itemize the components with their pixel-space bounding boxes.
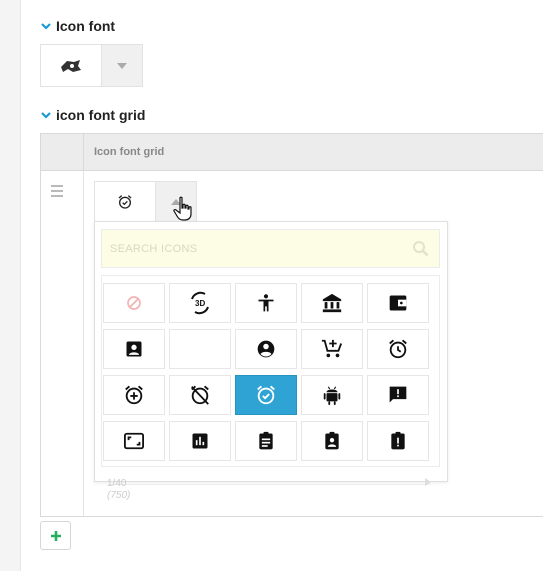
section-title: Icon font: [56, 18, 116, 34]
svg-text:3D: 3D: [195, 299, 205, 308]
picker-toggle-button[interactable]: [101, 45, 142, 86]
alarm-add-icon: [125, 385, 143, 405]
icon-cell-add-shopping-cart[interactable]: [301, 329, 363, 369]
icon-cell-account-box[interactable]: [103, 329, 165, 369]
add-shopping-cart-icon: [321, 339, 343, 358]
assignment-icon: [259, 431, 273, 450]
icon-cell-3d-rotation[interactable]: 3D: [169, 283, 231, 323]
add-row-button[interactable]: [40, 521, 71, 550]
chevron-down-icon: [40, 20, 52, 32]
icon-preview: [41, 45, 101, 86]
icon-cell-assignment-late[interactable]: [367, 421, 429, 461]
icon-cell-assignment[interactable]: [235, 421, 297, 461]
alarm-off-icon: [191, 385, 209, 405]
section-header-icon-font[interactable]: Icon font: [40, 18, 115, 34]
icon-cell-alarm-on[interactable]: [235, 375, 297, 415]
icon-cell-assessment[interactable]: [169, 421, 231, 461]
icon-cell-alarm-add[interactable]: [103, 375, 165, 415]
selected-glyph-icon: [61, 59, 81, 72]
next-page-icon[interactable]: [425, 478, 431, 486]
wallet-icon: [389, 295, 407, 311]
aspect-ratio-icon: [124, 432, 144, 450]
icon-cell-wallet[interactable]: [367, 283, 429, 323]
icon-cell-android[interactable]: [301, 375, 363, 415]
icon-cell-ban[interactable]: [103, 283, 165, 323]
account-box-icon: [126, 341, 142, 357]
grid-header-row: Icon font grid: [41, 134, 543, 171]
hand-cursor-icon: [173, 196, 192, 221]
section-header-icon-font-grid[interactable]: icon font grid: [40, 107, 145, 123]
grid-header-handle-cell: [41, 134, 84, 170]
icon-cell-accessibility[interactable]: [235, 283, 297, 323]
left-gutter: [0, 0, 21, 571]
alarm-on-icon: [118, 195, 132, 209]
icon-cell-account-circle[interactable]: [235, 329, 297, 369]
horizontal-scrollbar[interactable]: [107, 484, 431, 485]
pager: 1/40 (750): [107, 478, 130, 502]
alarm-icon: [389, 339, 407, 359]
assignment-late-icon: [391, 431, 405, 450]
icon-cell-assignment-ind[interactable]: [301, 421, 363, 461]
search-placeholder: SEARCH ICONS: [110, 243, 198, 255]
search-icon[interactable]: [412, 240, 429, 257]
chevron-down-icon: [40, 109, 52, 121]
account-circle-icon: [257, 340, 275, 358]
icon-preview: [95, 182, 155, 222]
alarm-on-icon: [257, 385, 275, 405]
row-handle-cell: [41, 171, 84, 516]
caret-down-icon: [117, 62, 127, 69]
pager-total: (750): [107, 490, 131, 501]
icon-grid: 3D: [101, 275, 440, 467]
icon-picker-dropdown: SEARCH ICONS 3D 1/40 (750): [94, 221, 448, 501]
assessment-icon: [192, 433, 208, 449]
drag-handle-icon[interactable]: [51, 185, 63, 200]
icon-cell-alarm-off[interactable]: [169, 375, 231, 415]
column-header: Icon font grid: [94, 146, 165, 158]
accessibility-icon: [258, 294, 274, 312]
pager-position: 1/40: [107, 478, 127, 489]
icon-cell-announcement[interactable]: [367, 375, 429, 415]
bank-icon: [322, 293, 342, 313]
icon-cell-blank[interactable]: [169, 329, 231, 369]
android-icon: [323, 386, 341, 406]
announcement-icon: [389, 386, 407, 403]
section-title: icon font grid: [56, 107, 146, 123]
icon-cell-alarm[interactable]: [367, 329, 429, 369]
3d-rotation-icon: 3D: [191, 291, 209, 315]
icon-cell-aspect-ratio[interactable]: [103, 421, 165, 461]
assignment-ind-icon: [325, 431, 339, 450]
ban-icon: [127, 296, 141, 310]
icon-cell-bank[interactable]: [301, 283, 363, 323]
plus-icon: [50, 530, 61, 541]
search-input[interactable]: SEARCH ICONS: [101, 229, 440, 268]
icon-font-picker[interactable]: [40, 44, 143, 87]
